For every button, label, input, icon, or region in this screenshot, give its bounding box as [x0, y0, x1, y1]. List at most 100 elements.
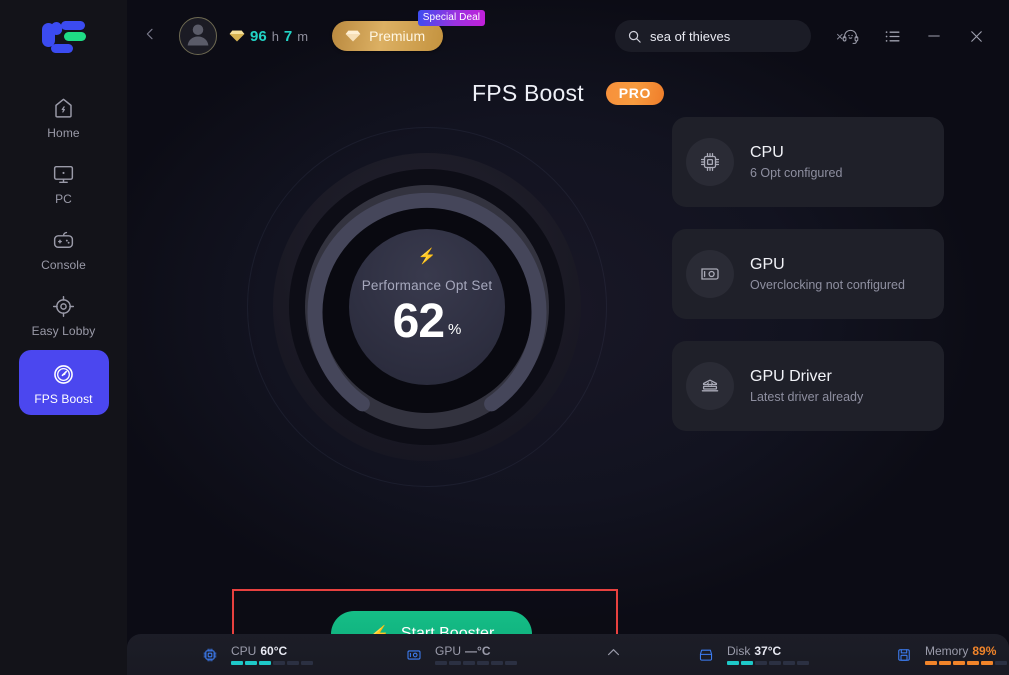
- gauge-center: ⚡ Performance Opt Set 62 %: [349, 229, 505, 385]
- cpu-chip-icon: [199, 644, 221, 666]
- status-body: Memory 89%: [925, 644, 1007, 665]
- minimize-icon: [925, 27, 943, 45]
- close-icon: [967, 27, 986, 46]
- menu-list-button[interactable]: [875, 19, 909, 53]
- sidebar-item-label: PC: [55, 192, 72, 206]
- status-label: Disk: [727, 644, 751, 658]
- headset-icon: [841, 27, 860, 46]
- gauge-unit: %: [448, 320, 462, 338]
- list-icon: [883, 27, 902, 46]
- status-text: Disk 37°C: [727, 644, 809, 658]
- status-gpu[interactable]: GPU —°C: [403, 644, 517, 666]
- card-subtitle: Latest driver already: [750, 390, 864, 404]
- status-cpu[interactable]: CPU 60°C: [199, 644, 313, 666]
- status-text: GPU —°C: [435, 644, 517, 658]
- card-gpu-driver[interactable]: GPU Driver Latest driver already: [672, 341, 944, 431]
- bolt-icon: ⚡: [417, 248, 437, 265]
- status-text: Memory 89%: [925, 644, 1007, 658]
- page-header: FPS Boost PRO: [127, 80, 1009, 107]
- collapse-status-button[interactable]: [601, 643, 625, 667]
- status-value: 37°C: [754, 644, 782, 658]
- driver-stack-icon: [686, 362, 734, 410]
- sidebar-nav: Home PC Console Easy Lobby FPS Boost: [0, 86, 127, 415]
- sidebar-item-console[interactable]: Console: [19, 218, 109, 279]
- card-subtitle: 6 Opt configured: [750, 166, 843, 180]
- memory-icon: [893, 644, 915, 666]
- sidebar-item-easy-lobby[interactable]: Easy Lobby: [19, 284, 109, 345]
- back-button[interactable]: [137, 23, 163, 49]
- gauge-value-row: 62 %: [392, 295, 462, 348]
- speedometer-icon: [51, 361, 77, 387]
- chevron-up-icon: [605, 644, 622, 666]
- card-title: GPU: [750, 256, 785, 273]
- sidebar-item-label: Console: [41, 258, 86, 272]
- time-hours-unit: h: [271, 28, 279, 44]
- search-input[interactable]: [650, 28, 826, 44]
- card-text: GPU Overclocking not configured: [750, 256, 905, 292]
- status-label: GPU: [435, 644, 462, 658]
- minimize-button[interactable]: [917, 19, 951, 53]
- chevron-left-icon: [142, 26, 158, 47]
- gpu-card-icon: [686, 250, 734, 298]
- status-body: GPU —°C: [435, 644, 517, 665]
- card-subtitle: Overclocking not configured: [750, 278, 905, 292]
- page-title: FPS Boost: [472, 80, 584, 106]
- performance-gauge[interactable]: ⚡ Performance Opt Set 62 %: [247, 127, 607, 487]
- search-icon: [627, 29, 642, 44]
- status-bars: [727, 661, 809, 665]
- premium-label: Premium: [369, 28, 426, 44]
- status-bar: CPU 60°C GPU —°C Disk 37°C Memory 89%: [127, 634, 1009, 675]
- user-avatar-icon: [181, 18, 215, 54]
- pro-badge: PRO: [605, 82, 664, 105]
- sidebar-item-pc[interactable]: PC: [19, 152, 109, 213]
- cpu-chip-icon: [686, 138, 734, 186]
- sidebar-item-label: Easy Lobby: [31, 324, 96, 338]
- special-deal-badge[interactable]: Special Deal: [417, 10, 486, 26]
- card-cpu[interactable]: CPU 6 Opt configured: [672, 117, 944, 207]
- search-box[interactable]: ×: [615, 20, 844, 52]
- sidebar-item-label: FPS Boost: [34, 392, 93, 406]
- avatar[interactable]: [179, 17, 217, 55]
- status-memory[interactable]: Memory 89%: [893, 644, 1007, 666]
- time-minutes: 7: [283, 27, 293, 45]
- card-text: CPU 6 Opt configured: [750, 144, 842, 180]
- app-window: Home PC Console Easy Lobby FPS Boost 96 …: [0, 0, 1009, 675]
- disk-icon: [695, 644, 717, 666]
- gauge-caption: Performance Opt Set: [361, 278, 493, 293]
- premium-area: Premium Special Deal: [332, 10, 486, 51]
- status-text: CPU 60°C: [231, 644, 313, 658]
- lagofast-logo-icon: [40, 19, 88, 53]
- sidebar-item-home[interactable]: Home: [19, 86, 109, 147]
- remaining-time: 96 h 7 m: [229, 28, 308, 45]
- status-body: Disk 37°C: [727, 644, 809, 665]
- status-bars: [231, 661, 313, 665]
- card-gpu[interactable]: GPU Overclocking not configured: [672, 229, 944, 319]
- close-button[interactable]: [959, 19, 993, 53]
- diamond-icon: [229, 29, 245, 43]
- top-bar-right: ×: [615, 19, 993, 53]
- status-label: CPU: [231, 644, 257, 658]
- time-hours: 96: [250, 27, 267, 45]
- status-body: CPU 60°C: [231, 644, 313, 665]
- target-icon: [51, 293, 77, 319]
- gpu-card-icon: [403, 644, 425, 666]
- card-title: CPU: [750, 144, 784, 161]
- app-logo[interactable]: [0, 0, 127, 72]
- optimization-cards: CPU 6 Opt configured GPU Overclocking no…: [672, 117, 944, 431]
- monitor-icon: [51, 161, 77, 187]
- status-disk[interactable]: Disk 37°C: [695, 644, 809, 666]
- time-minutes-unit: m: [297, 28, 309, 44]
- sidebar: Home PC Console Easy Lobby FPS Boost: [0, 0, 127, 675]
- gauge-value: 62: [392, 295, 445, 348]
- status-value: —°C: [465, 644, 491, 658]
- status-value: 89%: [972, 644, 997, 658]
- status-value: 60°C: [260, 644, 288, 658]
- main-area: 96 h 7 m Premium Special Deal sea of thi…: [127, 0, 1009, 675]
- status-label: Memory: [925, 644, 969, 658]
- sidebar-item-fps-boost[interactable]: FPS Boost: [18, 350, 109, 415]
- support-button[interactable]: [833, 19, 867, 53]
- content-area: ⚡ Performance Opt Set 62 % CPU 6 Opt con…: [127, 107, 1009, 675]
- diamond-icon: [345, 29, 361, 43]
- top-bar: 96 h 7 m Premium Special Deal sea of thi…: [127, 0, 1009, 72]
- home-icon: [51, 95, 77, 121]
